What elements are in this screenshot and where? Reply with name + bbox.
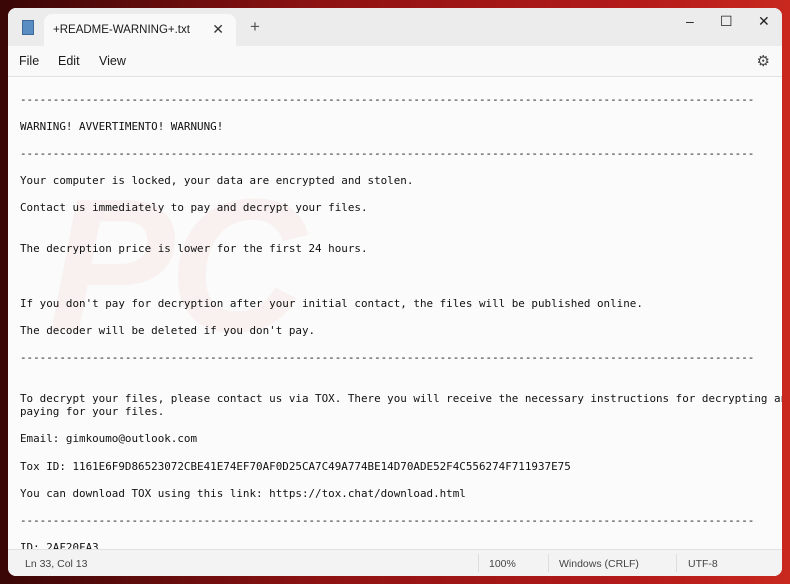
close-button[interactable]: ✕ [758, 13, 770, 30]
text-line: Tox ID: 1161E6F9D86523072CBE41E74EF70AF0… [20, 459, 571, 473]
tab-close-icon[interactable]: ✕ [212, 21, 224, 38]
text-line [20, 310, 782, 324]
settings-gear-icon[interactable]: ⚙ [757, 52, 770, 70]
encoding: UTF-8 [688, 558, 718, 570]
title-bar: +README-WARNING+.txt ✕ + – ☐ ✕ [8, 8, 782, 46]
text-line [20, 79, 782, 93]
text-line: paying for your files. [20, 405, 165, 419]
text-editor[interactable]: PC -------------------------------------… [8, 76, 782, 554]
text-line [20, 364, 782, 378]
status-bar: Ln 33, Col 13 100% Windows (CRLF) UTF-8 [8, 549, 782, 576]
text-line [20, 419, 782, 433]
text-line: ----------------------------------------… [20, 92, 755, 106]
text-line: If you don't pay for decryption after yo… [20, 296, 643, 310]
text-line: ----------------------------------------… [20, 514, 755, 527]
text-line [20, 473, 782, 487]
menu-edit[interactable]: Edit [58, 54, 80, 68]
text-line: ----------------------------------------… [20, 350, 755, 364]
text-line [20, 133, 782, 147]
text-line [20, 161, 782, 175]
tab-readme[interactable]: +README-WARNING+.txt ✕ [44, 14, 236, 46]
new-tab-button[interactable]: + [250, 17, 260, 37]
text-line: To decrypt your files, please contact us… [20, 391, 782, 405]
document-text[interactable]: ----------------------------------------… [20, 79, 782, 555]
text-line: Email: gimkoumo@outlook.com [20, 432, 198, 446]
menu-file[interactable]: File [19, 54, 39, 68]
text-line [20, 188, 782, 202]
text-line [20, 106, 782, 120]
menu-bar: File Edit View ⚙ [8, 46, 782, 76]
text-line [20, 229, 782, 243]
text-line: The decoder will be deleted if you don't… [20, 323, 316, 337]
notepad-window: +README-WARNING+.txt ✕ + – ☐ ✕ File Edit… [8, 8, 782, 576]
maximize-button[interactable]: ☐ [720, 13, 733, 30]
text-line [20, 256, 782, 270]
text-line [20, 269, 782, 283]
text-line: Your computer is locked, your data are e… [20, 174, 414, 188]
text-line: WARNING! AVVERTIMENTO! WARNUNG! [20, 119, 224, 133]
text-line: Contact us immediately to pay and decryp… [20, 201, 368, 215]
text-line [20, 500, 782, 514]
text-line [20, 446, 782, 460]
text-line [20, 378, 782, 392]
text-line: You can download TOX using this link: ht… [20, 486, 466, 500]
line-ending: Windows (CRLF) [559, 558, 639, 570]
text-line: The decryption price is lower for the fi… [20, 242, 368, 256]
minimize-button[interactable]: – [686, 13, 694, 29]
text-line [20, 215, 782, 229]
zoom-level: 100% [489, 558, 516, 570]
notepad-icon [22, 20, 34, 35]
menu-view[interactable]: View [99, 54, 126, 68]
text-line [20, 283, 782, 297]
text-line [20, 528, 782, 542]
cursor-position: Ln 33, Col 13 [25, 558, 88, 570]
text-line: ----------------------------------------… [20, 146, 755, 160]
tab-title: +README-WARNING+.txt [53, 24, 190, 36]
text-line [20, 337, 782, 351]
